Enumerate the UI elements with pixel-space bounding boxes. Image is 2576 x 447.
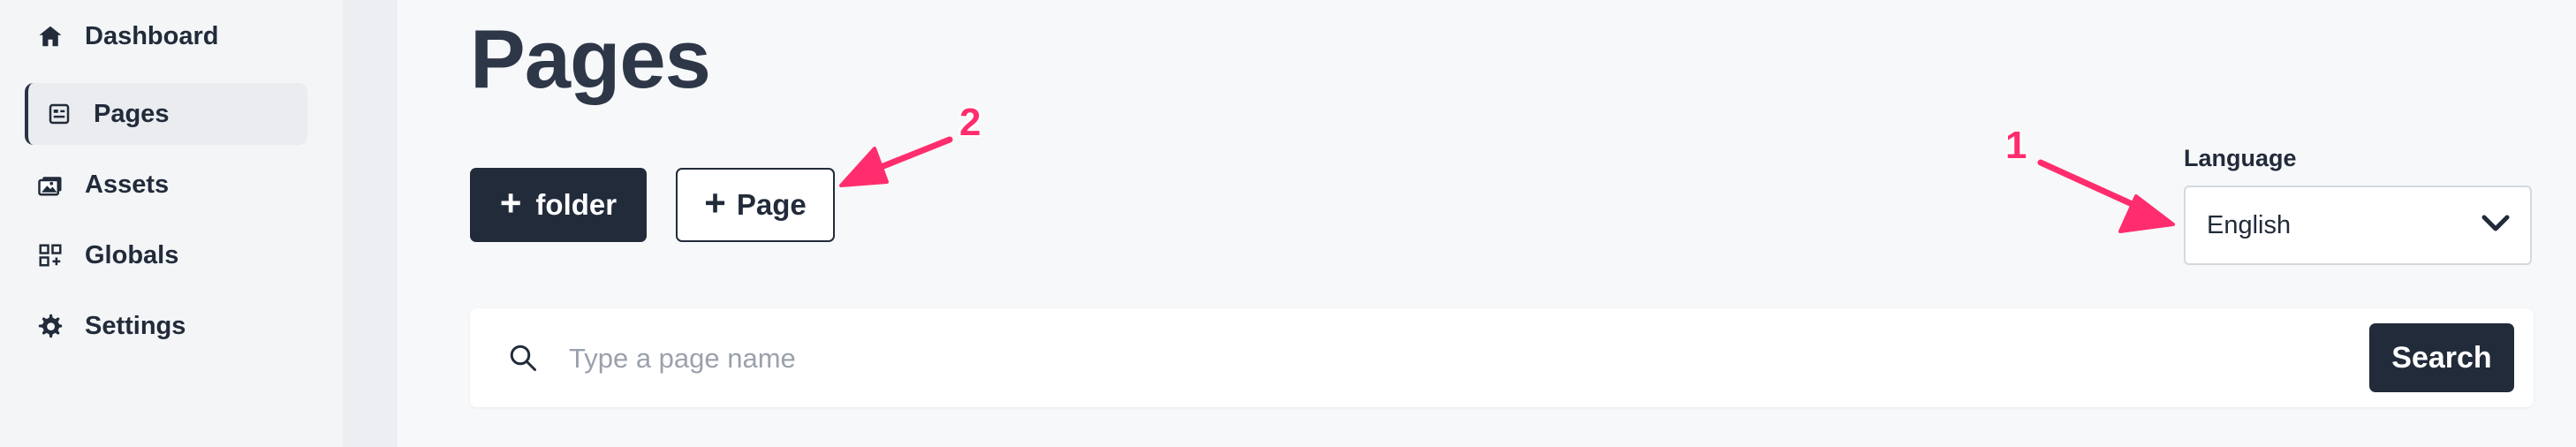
language-selected-value: English: [2207, 210, 2292, 239]
search-input[interactable]: [567, 330, 1896, 388]
language-select[interactable]: English: [2184, 186, 2532, 265]
add-folder-button[interactable]: + folder: [470, 168, 647, 242]
sidebar-item-globals[interactable]: Globals: [25, 224, 307, 286]
sidebar-item-label: Dashboard: [85, 21, 219, 50]
plus-icon: +: [704, 182, 726, 224]
annotation-arrow-2: [839, 136, 953, 187]
annotation-marker-2: 2: [959, 101, 981, 144]
sidebar-divider: [343, 0, 398, 447]
page-title: Pages: [470, 12, 711, 105]
add-page-button[interactable]: + Page: [676, 168, 835, 242]
home-icon: [37, 23, 64, 49]
images-icon: [37, 171, 64, 198]
add-folder-label: folder: [535, 188, 617, 221]
sidebar-item-dashboard[interactable]: Dashboard: [25, 5, 307, 67]
search-button[interactable]: Search: [2369, 323, 2514, 392]
search-icon: [510, 345, 536, 371]
sidebar-item-label: Pages: [94, 99, 170, 128]
annotation-arrow-1: [2037, 159, 2175, 233]
page-icon: [46, 101, 72, 127]
add-page-label: Page: [736, 188, 807, 221]
sidebar-item-label: Settings: [85, 311, 186, 340]
search-bar: Search: [470, 308, 2534, 407]
plus-icon: +: [499, 182, 522, 224]
language-label: Language: [2184, 145, 2297, 171]
sidebar-item-label: Assets: [85, 170, 170, 199]
sidebar-item-settings[interactable]: Settings: [25, 295, 307, 357]
chevron-down-icon: [2481, 211, 2511, 240]
sidebar: Dashboard Pages Assets Globals Settings: [0, 0, 343, 447]
annotation-marker-1: 1: [2005, 124, 2027, 167]
sidebar-item-pages[interactable]: Pages: [25, 83, 307, 145]
sidebar-item-label: Globals: [85, 240, 179, 269]
gear-icon: [37, 313, 64, 339]
globals-icon: [37, 242, 64, 269]
sidebar-item-assets[interactable]: Assets: [25, 154, 307, 216]
